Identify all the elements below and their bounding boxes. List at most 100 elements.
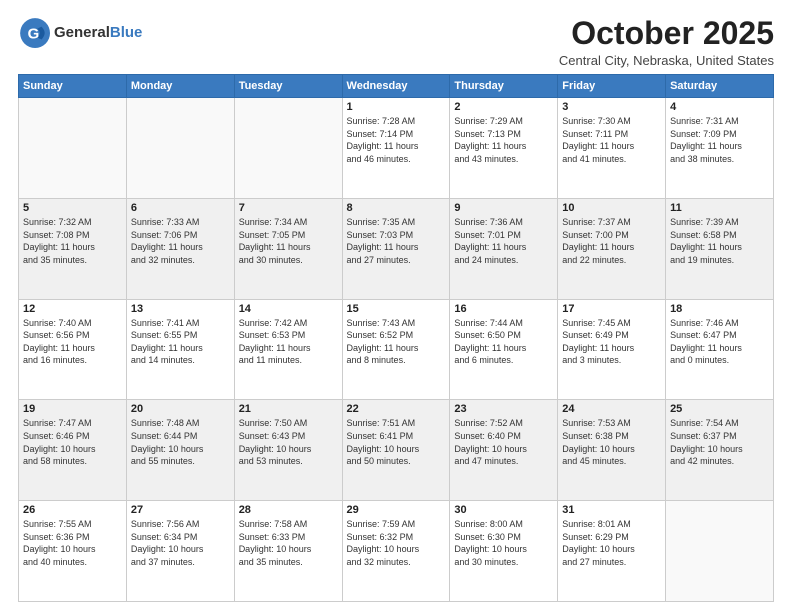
week-row-2: 5Sunrise: 7:32 AM Sunset: 7:08 PM Daylig… — [19, 198, 774, 299]
day-number: 14 — [239, 303, 338, 315]
col-wednesday: Wednesday — [342, 75, 450, 98]
col-monday: Monday — [126, 75, 234, 98]
calendar-cell: 15 Sunrise: 7:43 AM Sunset: 6:52 PM Dayli… — [342, 299, 450, 400]
day-number: 6 — [131, 202, 230, 214]
day-info: Sunrise: 7:53 AM Sunset: 6:38 PM Dayligh… — [562, 417, 661, 467]
calendar-cell: 19 Sunrise: 7:47 AM Sunset: 6:46 PM Dayli… — [19, 400, 127, 501]
day-info: Sunrise: 7:52 AM Sunset: 6:40 PM Dayligh… — [454, 417, 553, 467]
calendar-cell: 1 Sunrise: 7:28 AM Sunset: 7:14 PM Daylig… — [342, 98, 450, 199]
day-info: Sunrise: 7:55 AM Sunset: 6:36 PM Dayligh… — [23, 518, 122, 568]
day-info: Sunrise: 7:32 AM Sunset: 7:08 PM Dayligh… — [23, 216, 122, 266]
day-info: Sunrise: 7:59 AM Sunset: 6:32 PM Dayligh… — [347, 518, 446, 568]
calendar-cell: 17Sunrise: 7:45 AM Sunset: 6:49 PM Dayli… — [558, 299, 666, 400]
day-info: Sunrise: 7:37 AM Sunset: 7:00 PM Dayligh… — [562, 216, 661, 266]
day-number: 21 — [239, 403, 338, 415]
calendar-cell: 8Sunrise: 7:35 AM Sunset: 7:03 PM Daylig… — [342, 198, 450, 299]
day-number: 31 — [562, 504, 661, 516]
calendar-cell: 14 Sunrise: 7:42 AM Sunset: 6:53 PM Dayli… — [234, 299, 342, 400]
calendar-cell: 18 Sunrise: 7:46 AM Sunset: 6:47 PM Dayli… — [666, 299, 774, 400]
calendar-cell: 28 Sunrise: 7:58 AM Sunset: 6:33 PM Dayli… — [234, 501, 342, 602]
day-info: Sunrise: 7:51 AM Sunset: 6:41 PM Dayligh… — [347, 417, 446, 467]
calendar-cell: 24 Sunrise: 7:53 AM Sunset: 6:38 PM Dayli… — [558, 400, 666, 501]
title-month: October 2025 — [559, 16, 774, 51]
day-info: Sunrise: 7:43 AM Sunset: 6:52 PM Dayligh… — [347, 317, 446, 367]
day-info: Sunrise: 7:39 AM Sunset: 6:58 PM Dayligh… — [670, 216, 769, 266]
calendar-cell: 3Sunrise: 7:30 AM Sunset: 7:11 PM Daylig… — [558, 98, 666, 199]
day-info: Sunrise: 7:47 AM Sunset: 6:46 PM Dayligh… — [23, 417, 122, 467]
calendar-cell: 4 Sunrise: 7:31 AM Sunset: 7:09 PM Daylig… — [666, 98, 774, 199]
day-info: Sunrise: 7:31 AM Sunset: 7:09 PM Dayligh… — [670, 115, 769, 165]
calendar-cell — [234, 98, 342, 199]
calendar-cell: 13Sunrise: 7:41 AM Sunset: 6:55 PM Dayli… — [126, 299, 234, 400]
col-saturday: Saturday — [666, 75, 774, 98]
calendar-cell: 31 Sunrise: 8:01 AM Sunset: 6:29 PM Dayli… — [558, 501, 666, 602]
day-info: Sunrise: 7:58 AM Sunset: 6:33 PM Dayligh… — [239, 518, 338, 568]
day-number: 19 — [23, 403, 122, 415]
svg-text:G: G — [28, 25, 40, 42]
day-number: 15 — [347, 303, 446, 315]
day-number: 18 — [670, 303, 769, 315]
day-info: Sunrise: 7:28 AM Sunset: 7:14 PM Dayligh… — [347, 115, 446, 165]
calendar-cell: 16 Sunrise: 7:44 AM Sunset: 6:50 PM Dayli… — [450, 299, 558, 400]
calendar-cell: 29Sunrise: 7:59 AM Sunset: 6:32 PM Dayli… — [342, 501, 450, 602]
day-info: Sunrise: 7:48 AM Sunset: 6:44 PM Dayligh… — [131, 417, 230, 467]
calendar-cell: 11 Sunrise: 7:39 AM Sunset: 6:58 PM Dayli… — [666, 198, 774, 299]
calendar-cell: 21Sunrise: 7:50 AM Sunset: 6:43 PM Dayli… — [234, 400, 342, 501]
day-info: Sunrise: 8:00 AM Sunset: 6:30 PM Dayligh… — [454, 518, 553, 568]
day-number: 13 — [131, 303, 230, 315]
col-friday: Friday — [558, 75, 666, 98]
logo: G General Blue — [18, 16, 142, 48]
day-info: Sunrise: 7:45 AM Sunset: 6:49 PM Dayligh… — [562, 317, 661, 367]
calendar-cell — [666, 501, 774, 602]
calendar-cell: 27Sunrise: 7:56 AM Sunset: 6:34 PM Dayli… — [126, 501, 234, 602]
day-info: Sunrise: 7:29 AM Sunset: 7:13 PM Dayligh… — [454, 115, 553, 165]
header: G General Blue October 2025 Central City… — [18, 16, 774, 68]
calendar-cell: 5Sunrise: 7:32 AM Sunset: 7:08 PM Daylig… — [19, 198, 127, 299]
title-location: Central City, Nebraska, United States — [559, 53, 774, 68]
calendar-cell: 6 Sunrise: 7:33 AM Sunset: 7:06 PM Daylig… — [126, 198, 234, 299]
day-number: 16 — [454, 303, 553, 315]
day-number: 12 — [23, 303, 122, 315]
week-row-4: 19 Sunrise: 7:47 AM Sunset: 6:46 PM Dayli… — [19, 400, 774, 501]
day-info: Sunrise: 7:34 AM Sunset: 7:05 PM Dayligh… — [239, 216, 338, 266]
day-number: 1 — [347, 101, 446, 113]
day-info: Sunrise: 7:40 AM Sunset: 6:56 PM Dayligh… — [23, 317, 122, 367]
calendar-cell: 2Sunrise: 7:29 AM Sunset: 7:13 PM Daylig… — [450, 98, 558, 199]
calendar-cell: 10 Sunrise: 7:37 AM Sunset: 7:00 PM Dayli… — [558, 198, 666, 299]
calendar-cell: 12 Sunrise: 7:40 AM Sunset: 6:56 PM Dayli… — [19, 299, 127, 400]
day-number: 27 — [131, 504, 230, 516]
day-info: Sunrise: 7:44 AM Sunset: 6:50 PM Dayligh… — [454, 317, 553, 367]
week-row-3: 12 Sunrise: 7:40 AM Sunset: 6:56 PM Dayli… — [19, 299, 774, 400]
day-number: 28 — [239, 504, 338, 516]
calendar-header-row: Sunday Monday Tuesday Wednesday Thursday… — [19, 75, 774, 98]
logo-general: General — [54, 24, 110, 41]
title-block: October 2025 Central City, Nebraska, Uni… — [559, 16, 774, 68]
week-row-5: 26 Sunrise: 7:55 AM Sunset: 6:36 PM Dayli… — [19, 501, 774, 602]
calendar-cell: 20 Sunrise: 7:48 AM Sunset: 6:44 PM Dayli… — [126, 400, 234, 501]
day-number: 11 — [670, 202, 769, 214]
day-number: 23 — [454, 403, 553, 415]
calendar-cell: 22Sunrise: 7:51 AM Sunset: 6:41 PM Dayli… — [342, 400, 450, 501]
day-number: 20 — [131, 403, 230, 415]
calendar-table: Sunday Monday Tuesday Wednesday Thursday… — [18, 74, 774, 602]
day-number: 4 — [670, 101, 769, 113]
day-info: Sunrise: 7:46 AM Sunset: 6:47 PM Dayligh… — [670, 317, 769, 367]
day-number: 7 — [239, 202, 338, 214]
calendar-cell: 9Sunrise: 7:36 AM Sunset: 7:01 PM Daylig… — [450, 198, 558, 299]
day-number: 26 — [23, 504, 122, 516]
calendar-cell: 23 Sunrise: 7:52 AM Sunset: 6:40 PM Dayli… — [450, 400, 558, 501]
day-number: 25 — [670, 403, 769, 415]
calendar-cell: 30Sunrise: 8:00 AM Sunset: 6:30 PM Dayli… — [450, 501, 558, 602]
day-info: Sunrise: 7:33 AM Sunset: 7:06 PM Dayligh… — [131, 216, 230, 266]
day-info: Sunrise: 7:35 AM Sunset: 7:03 PM Dayligh… — [347, 216, 446, 266]
day-number: 10 — [562, 202, 661, 214]
calendar-cell — [126, 98, 234, 199]
day-info: Sunrise: 7:36 AM Sunset: 7:01 PM Dayligh… — [454, 216, 553, 266]
day-info: Sunrise: 8:01 AM Sunset: 6:29 PM Dayligh… — [562, 518, 661, 568]
day-info: Sunrise: 7:54 AM Sunset: 6:37 PM Dayligh… — [670, 417, 769, 467]
day-info: Sunrise: 7:42 AM Sunset: 6:53 PM Dayligh… — [239, 317, 338, 367]
week-row-1: 1 Sunrise: 7:28 AM Sunset: 7:14 PM Daylig… — [19, 98, 774, 199]
day-number: 24 — [562, 403, 661, 415]
calendar-cell — [19, 98, 127, 199]
calendar-cell: 7 Sunrise: 7:34 AM Sunset: 7:05 PM Daylig… — [234, 198, 342, 299]
